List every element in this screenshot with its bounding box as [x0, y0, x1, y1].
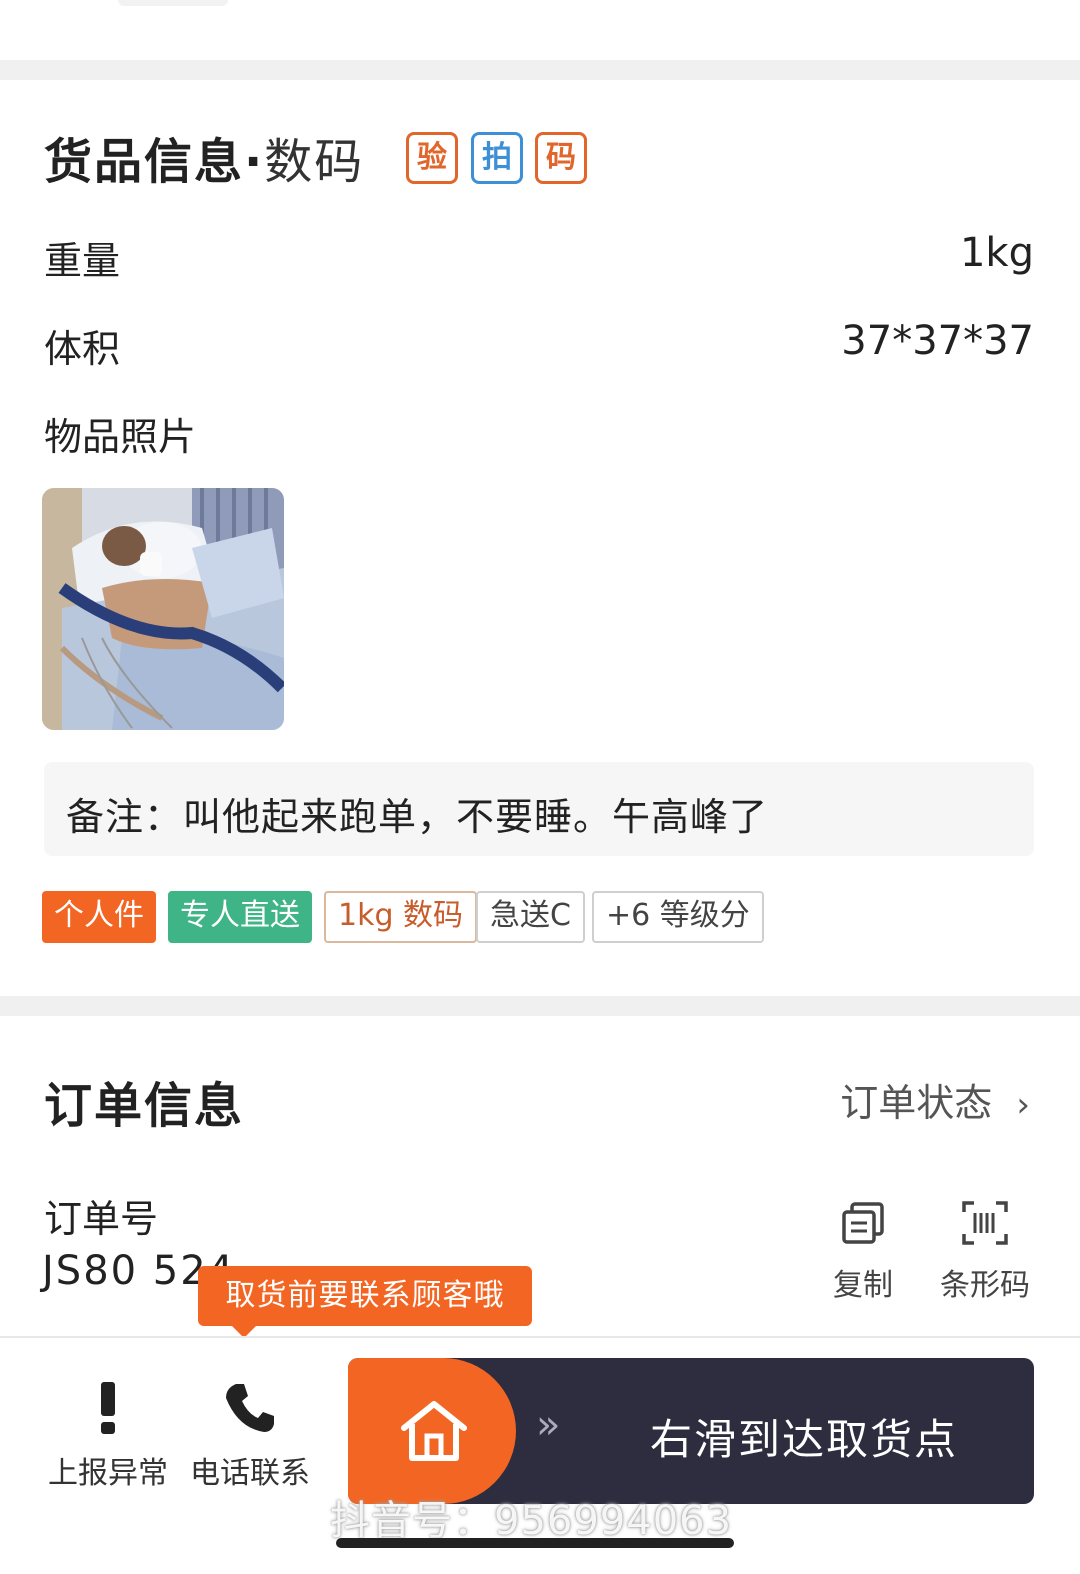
- order-status-link[interactable]: 订单状态 ›: [840, 1072, 1030, 1127]
- call-button[interactable]: 电话联系: [190, 1380, 310, 1492]
- item-photo[interactable]: [42, 488, 284, 730]
- order-status-label: 订单状态: [840, 1081, 993, 1125]
- section-divider: [0, 996, 1080, 1016]
- weight-label: 重量: [44, 239, 121, 283]
- home-icon: [401, 1401, 467, 1461]
- report-issue-label: 上报异常: [48, 1456, 168, 1491]
- section-divider: [0, 60, 1080, 80]
- cutoff-text-remnant: [118, 0, 228, 6]
- slide-instruction-text: 右滑到达取货点: [650, 1415, 959, 1464]
- note-text: 备注：叫他起来跑单，不要睡。午高峰了: [66, 795, 769, 839]
- tag-weight-category: 1kg 数码: [324, 891, 478, 943]
- badge-code: 码: [535, 132, 587, 184]
- weight-value: 1kg: [959, 230, 1034, 276]
- report-issue-button[interactable]: 上报异常: [48, 1380, 168, 1492]
- contact-customer-tooltip: 取货前要联系顾客哦: [198, 1266, 532, 1338]
- goods-title-text: 货品信息: [44, 134, 245, 190]
- volume-label: 体积: [44, 327, 121, 371]
- copy-button[interactable]: 复制: [808, 1200, 918, 1304]
- slider-knob[interactable]: [348, 1358, 516, 1504]
- call-label: 电话联系: [190, 1456, 310, 1491]
- tag-direct-delivery: 专人直送: [168, 891, 312, 943]
- copy-icon: [842, 1202, 884, 1244]
- previous-section-cutoff: [0, 0, 1080, 60]
- photo-label: 物品照片: [44, 415, 197, 459]
- badge-photo: 拍: [471, 132, 523, 184]
- order-section-title: 订单信息: [44, 1078, 245, 1134]
- volume-value: 37*37*37: [841, 318, 1034, 364]
- chevrons-right-icon: »: [536, 1402, 561, 1448]
- phone-icon: [226, 1384, 274, 1432]
- badge-verify: 验: [406, 132, 458, 184]
- bottom-bar-divider: [0, 1336, 1080, 1338]
- order-number-label: 订单号: [44, 1197, 159, 1241]
- goods-section-title: 货品信息·数码: [44, 122, 364, 192]
- order-note: 备注：叫他起来跑单，不要睡。午高峰了: [44, 762, 1034, 856]
- chevron-right-icon: ›: [1016, 1085, 1030, 1125]
- goods-category: 数码: [264, 134, 365, 190]
- barcode-button[interactable]: 条形码: [930, 1200, 1040, 1304]
- home-indicator[interactable]: [336, 1538, 734, 1548]
- exclamation-icon: [101, 1382, 115, 1434]
- tag-level-points: +6 等级分: [592, 891, 764, 943]
- barcode-label: 条形码: [940, 1268, 1030, 1303]
- tag-urgent: 急送C: [476, 891, 585, 943]
- copy-label: 复制: [833, 1268, 893, 1303]
- slide-to-arrive-control[interactable]: » 右滑到达取货点: [348, 1358, 1034, 1504]
- tag-personal-item: 个人件: [42, 891, 156, 943]
- title-dot: ·: [244, 134, 265, 190]
- item-photo-image: [42, 488, 284, 730]
- barcode-icon: [962, 1201, 1008, 1245]
